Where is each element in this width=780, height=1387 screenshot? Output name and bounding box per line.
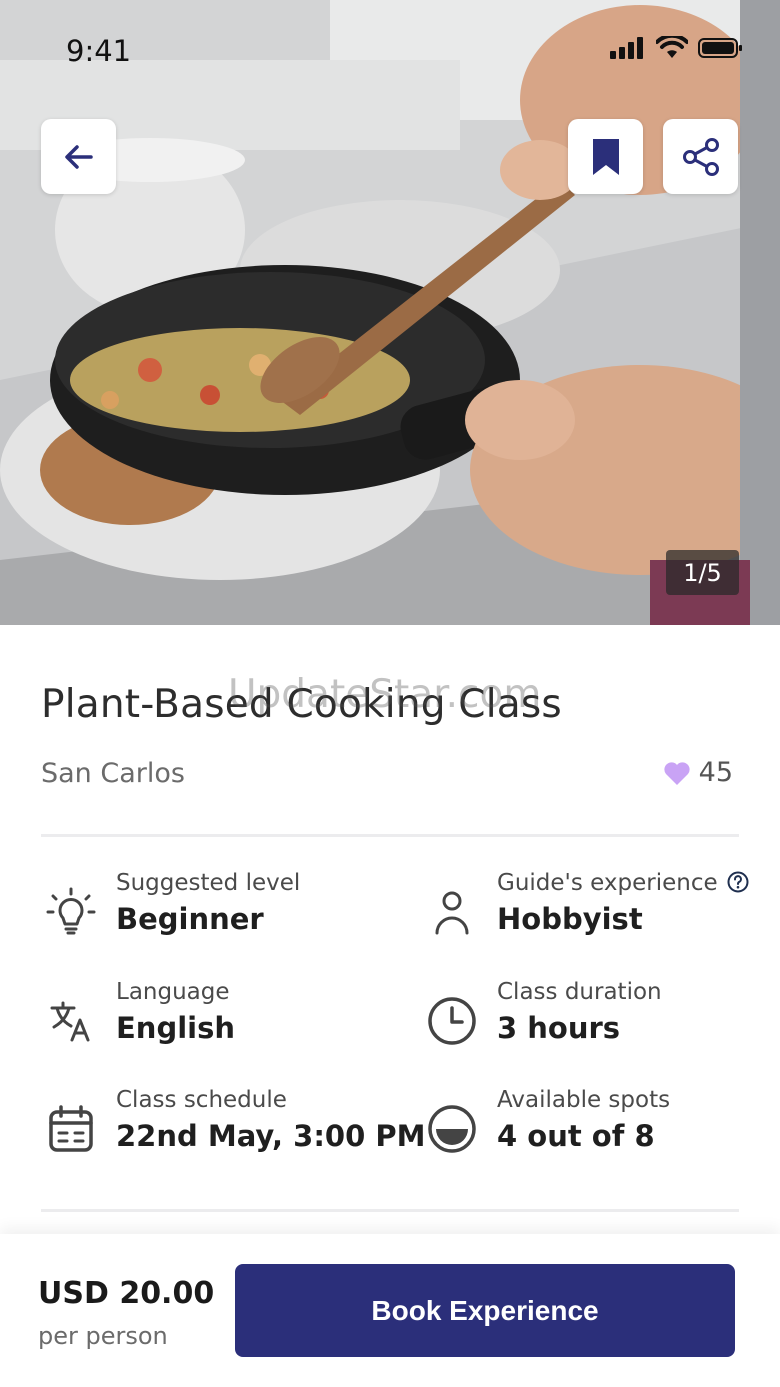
share-button[interactable] <box>663 119 738 194</box>
detail-label: Available spots <box>497 1087 671 1113</box>
watermark: UpdateStar.com <box>228 672 542 717</box>
lightbulb-icon <box>41 882 101 942</box>
back-button[interactable] <box>41 119 116 194</box>
status-icons <box>610 36 744 60</box>
booking-bar: USD 20.00 per person Book Experience <box>0 1234 780 1387</box>
detail-label: Language <box>116 979 230 1005</box>
hero-image[interactable]: 9:41 1/5 <box>0 0 780 625</box>
detail-label: Suggested level <box>116 870 301 896</box>
detail-label: Class schedule <box>116 1087 287 1113</box>
help-icon[interactable] <box>727 871 749 893</box>
detail-value: 3 hours <box>497 1011 621 1045</box>
divider-top <box>41 834 739 837</box>
price-unit: per person <box>38 1322 168 1350</box>
share-icon <box>682 137 719 176</box>
detail-value: English <box>116 1011 236 1045</box>
arrow-left-icon <box>64 144 93 169</box>
translate-icon <box>41 991 101 1051</box>
detail-value: 22nd May, 3:00 PM <box>116 1119 426 1153</box>
likes[interactable]: 45 <box>663 757 733 788</box>
bookmark-icon <box>592 138 619 175</box>
divider-bottom <box>41 1209 739 1212</box>
person-icon <box>422 882 482 942</box>
half-circle-icon <box>422 1099 482 1159</box>
calendar-icon <box>41 1099 101 1159</box>
bookmark-button[interactable] <box>568 119 643 194</box>
detail-value: 4 out of 8 <box>497 1119 655 1153</box>
status-bar: 9:41 <box>0 0 780 100</box>
detail-label: Class duration <box>497 979 662 1005</box>
image-counter: 1/5 <box>666 550 739 595</box>
book-experience-button[interactable]: Book Experience <box>235 1264 735 1357</box>
battery-icon <box>698 38 742 58</box>
detail-value: Hobbyist <box>497 902 643 936</box>
wifi-icon <box>656 36 688 58</box>
detail-value: Beginner <box>116 902 264 936</box>
location-label: San Carlos <box>41 758 185 789</box>
clock-icon <box>422 991 482 1051</box>
cellular-signal-icon <box>610 37 643 59</box>
heart-icon <box>664 761 690 785</box>
detail-label: Guide's experience <box>497 870 749 896</box>
likes-count: 45 <box>698 757 733 788</box>
price: USD 20.00 <box>38 1276 215 1311</box>
status-time: 9:41 <box>66 34 132 68</box>
